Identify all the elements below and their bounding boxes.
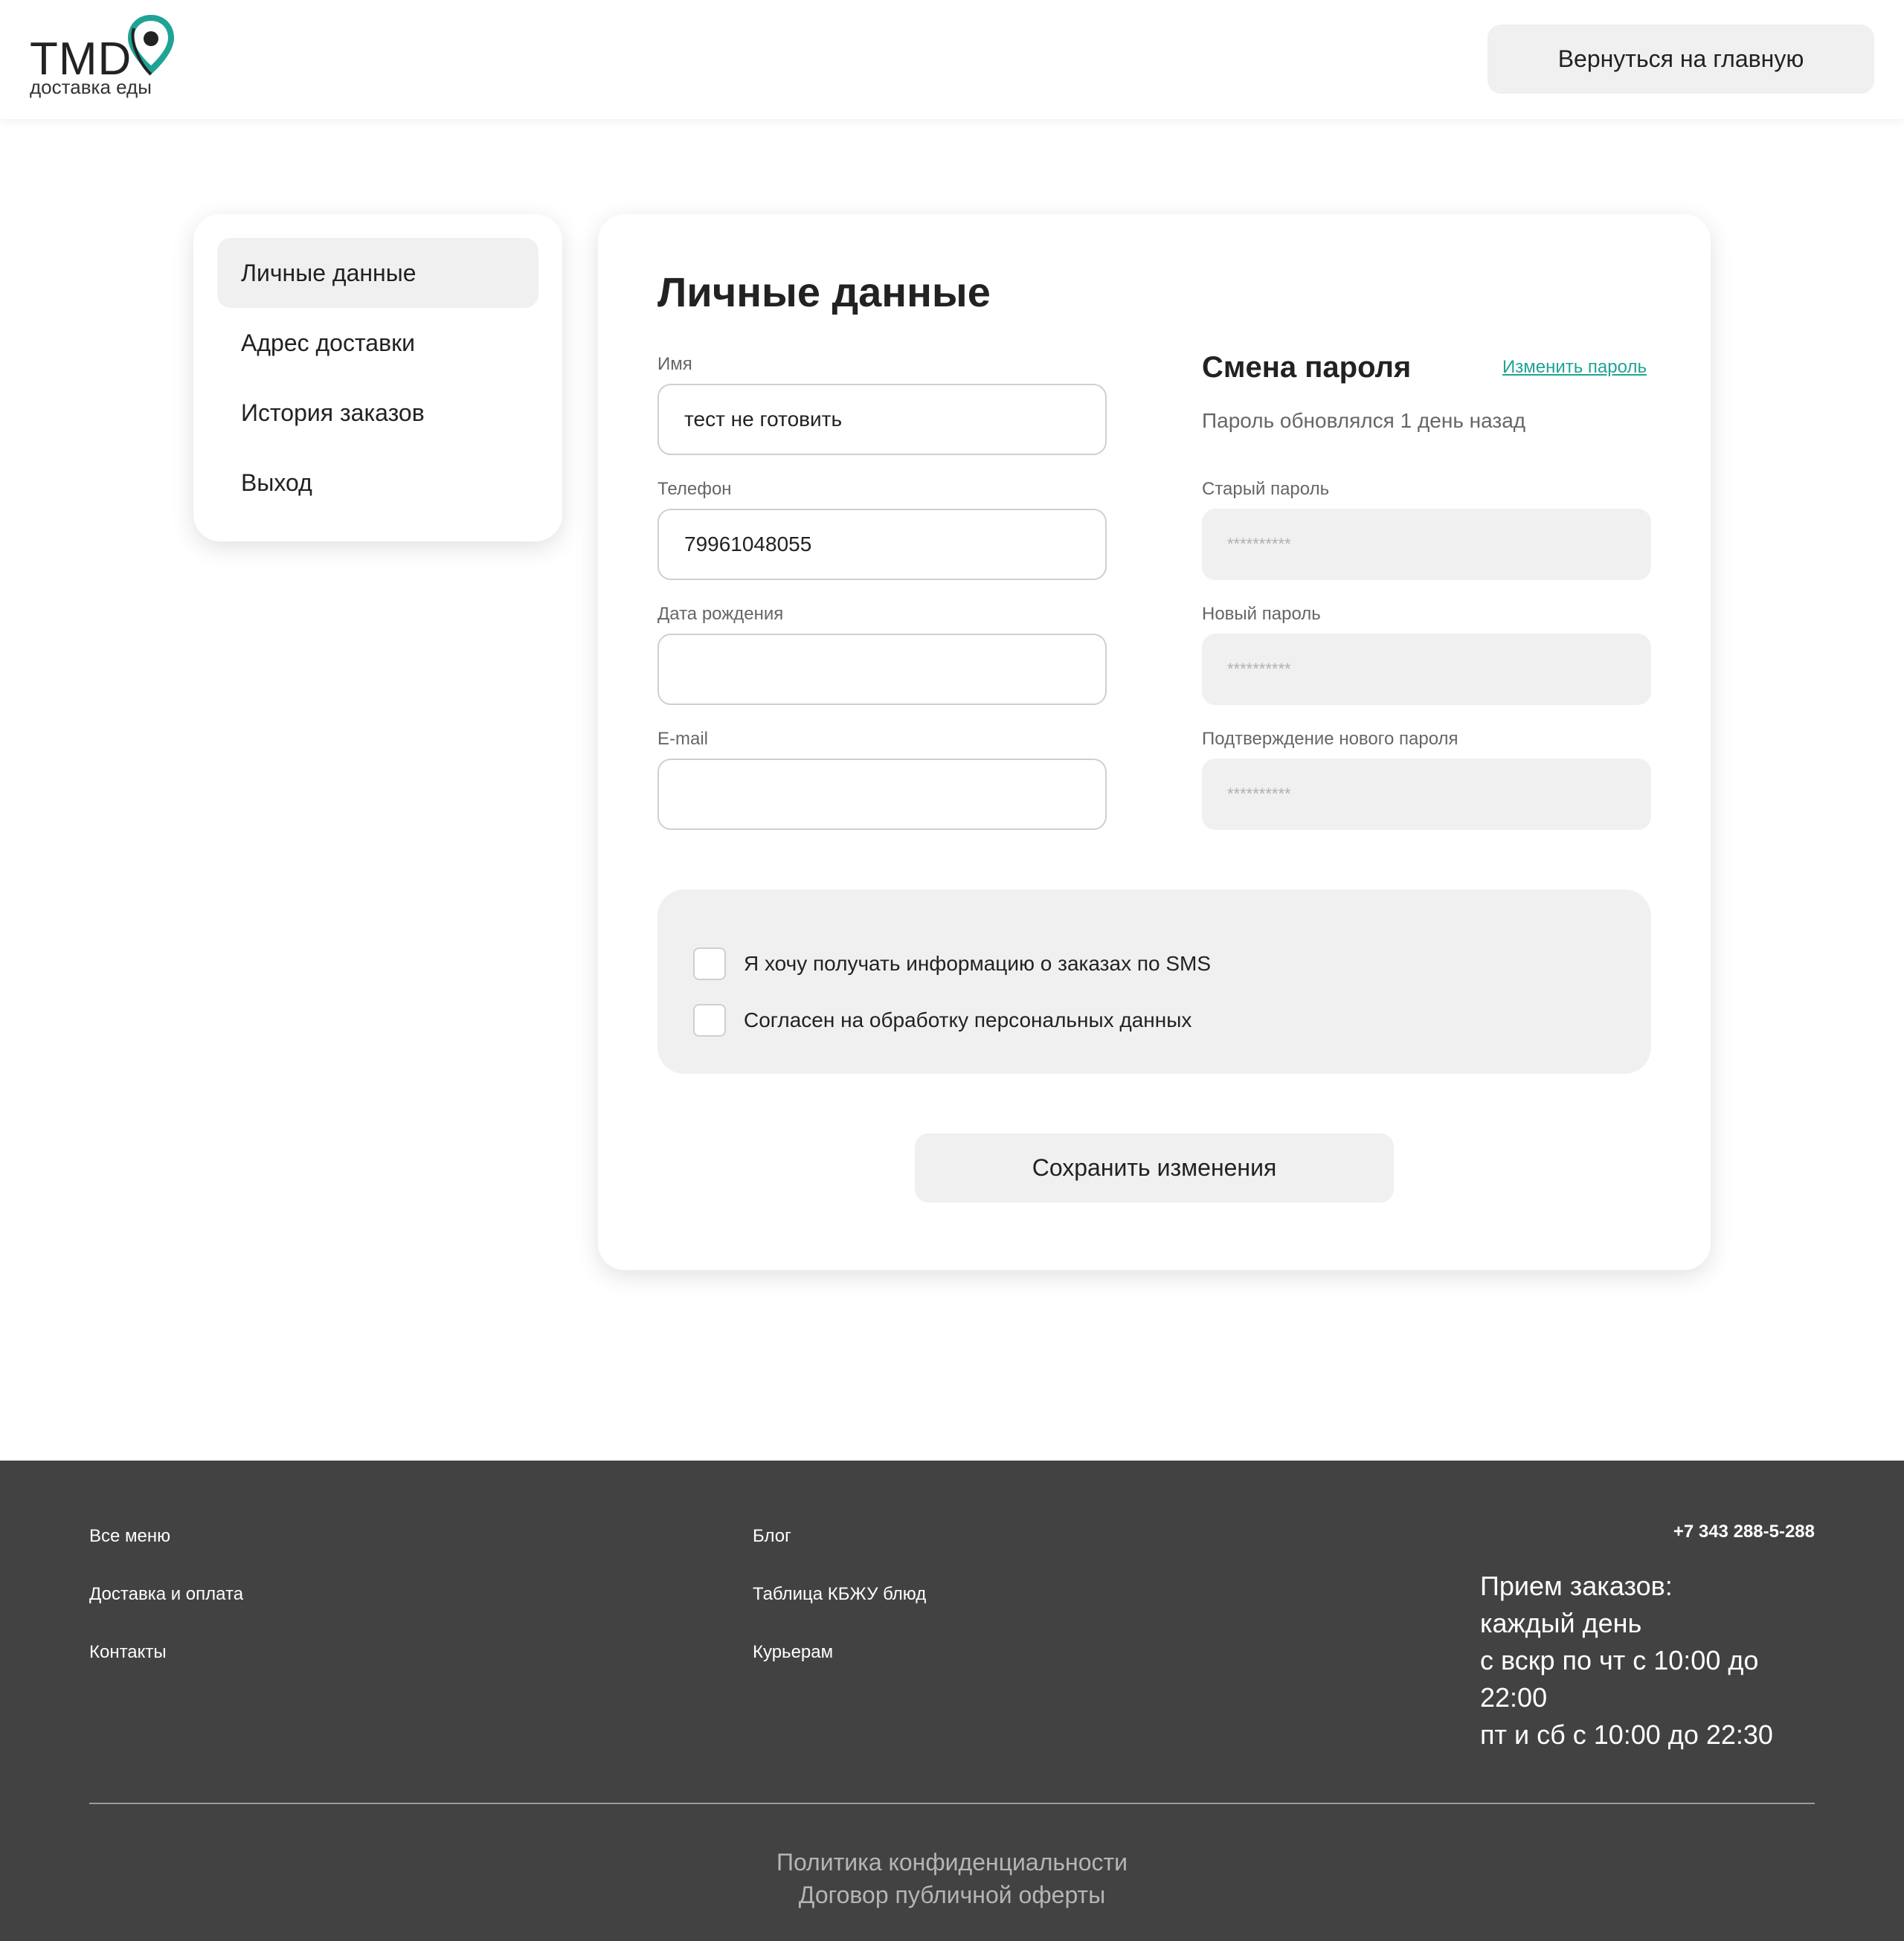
order-hours-line3: с вскр по чт с 10:00 до 22:00 [1480, 1645, 1759, 1713]
back-to-home-button[interactable]: Вернуться на главную [1488, 25, 1874, 94]
footer-divider [89, 1803, 1815, 1804]
change-password-link[interactable]: Изменить пароль [1502, 357, 1647, 378]
page-title: Личные данные [657, 268, 991, 315]
personal-data-consent-row[interactable]: Согласен на обработку персональных данны… [693, 1004, 1191, 1037]
order-hours-line2: каждый день [1480, 1608, 1642, 1638]
consent-panel: Я хочу получать информацию о заказах по … [657, 889, 1651, 1074]
sms-consent-label: Я хочу получать информацию о заказах по … [744, 952, 1212, 975]
footer-link-nutrition-table[interactable]: Таблица КБЖУ блюд [753, 1584, 926, 1605]
privacy-policy-link[interactable]: Политика конфиденциальности [0, 1849, 1904, 1876]
sidebar-item-logout[interactable]: Выход [217, 448, 538, 518]
personal-data-consent-label: Согласен на обработку персональных данны… [744, 1008, 1192, 1031]
birthdate-label: Дата рождения [657, 604, 784, 624]
confirm-password-field[interactable] [1202, 759, 1651, 830]
personal-data-consent-checkbox[interactable] [693, 1004, 726, 1037]
birthdate-field[interactable] [657, 634, 1107, 705]
name-label: Имя [657, 354, 692, 374]
header: TMD доставка еды Вернуться на главную [0, 0, 1904, 119]
email-field[interactable] [657, 759, 1107, 830]
new-password-label: Новый пароль [1202, 604, 1321, 624]
order-hours-line4: пт и сб с 10:00 до 22:30 [1480, 1719, 1773, 1750]
confirm-password-label: Подтверждение нового пароля [1202, 729, 1458, 749]
phone-field[interactable] [657, 509, 1107, 580]
order-hours-line1: Прием заказов: [1480, 1571, 1673, 1601]
new-password-field[interactable] [1202, 634, 1651, 705]
public-offer-link[interactable]: Договор публичной оферты [0, 1882, 1904, 1909]
name-field[interactable] [657, 384, 1107, 455]
footer-phone[interactable]: +7 343 288-5-288 [1673, 1522, 1815, 1542]
location-pin-icon [128, 15, 174, 76]
sms-consent-row[interactable]: Я хочу получать информацию о заказах по … [693, 947, 1211, 980]
sidebar-item-order-history[interactable]: История заказов [217, 378, 538, 448]
password-updated-info: Пароль обновлялся 1 день назад [1202, 409, 1526, 432]
old-password-label: Старый пароль [1202, 479, 1330, 499]
personal-data-card: Личные данные Имя Телефон Дата рождения … [598, 214, 1711, 1270]
old-password-field[interactable] [1202, 509, 1651, 580]
email-label: E-mail [657, 729, 709, 749]
footer-link-delivery-payment[interactable]: Доставка и оплата [89, 1584, 243, 1605]
sidebar-item-delivery-address[interactable]: Адрес доставки [217, 308, 538, 378]
footer-link-couriers[interactable]: Курьерам [753, 1642, 833, 1663]
phone-label: Телефон [657, 479, 732, 499]
footer-link-contacts[interactable]: Контакты [89, 1642, 167, 1663]
save-changes-button[interactable]: Сохранить изменения [915, 1133, 1394, 1203]
sidebar: Личные данные Адрес доставки История зак… [193, 214, 562, 541]
footer-link-all-menu[interactable]: Все меню [89, 1526, 170, 1547]
sidebar-item-personal-data[interactable]: Личные данные [217, 238, 538, 308]
footer-link-blog[interactable]: Блог [753, 1526, 791, 1547]
sms-consent-checkbox[interactable] [693, 947, 726, 980]
logo[interactable]: TMD доставка еды [30, 12, 178, 101]
order-hours: Прием заказов: каждый день с вскр по чт … [1480, 1568, 1815, 1754]
change-password-title: Смена пароля [1202, 351, 1412, 384]
